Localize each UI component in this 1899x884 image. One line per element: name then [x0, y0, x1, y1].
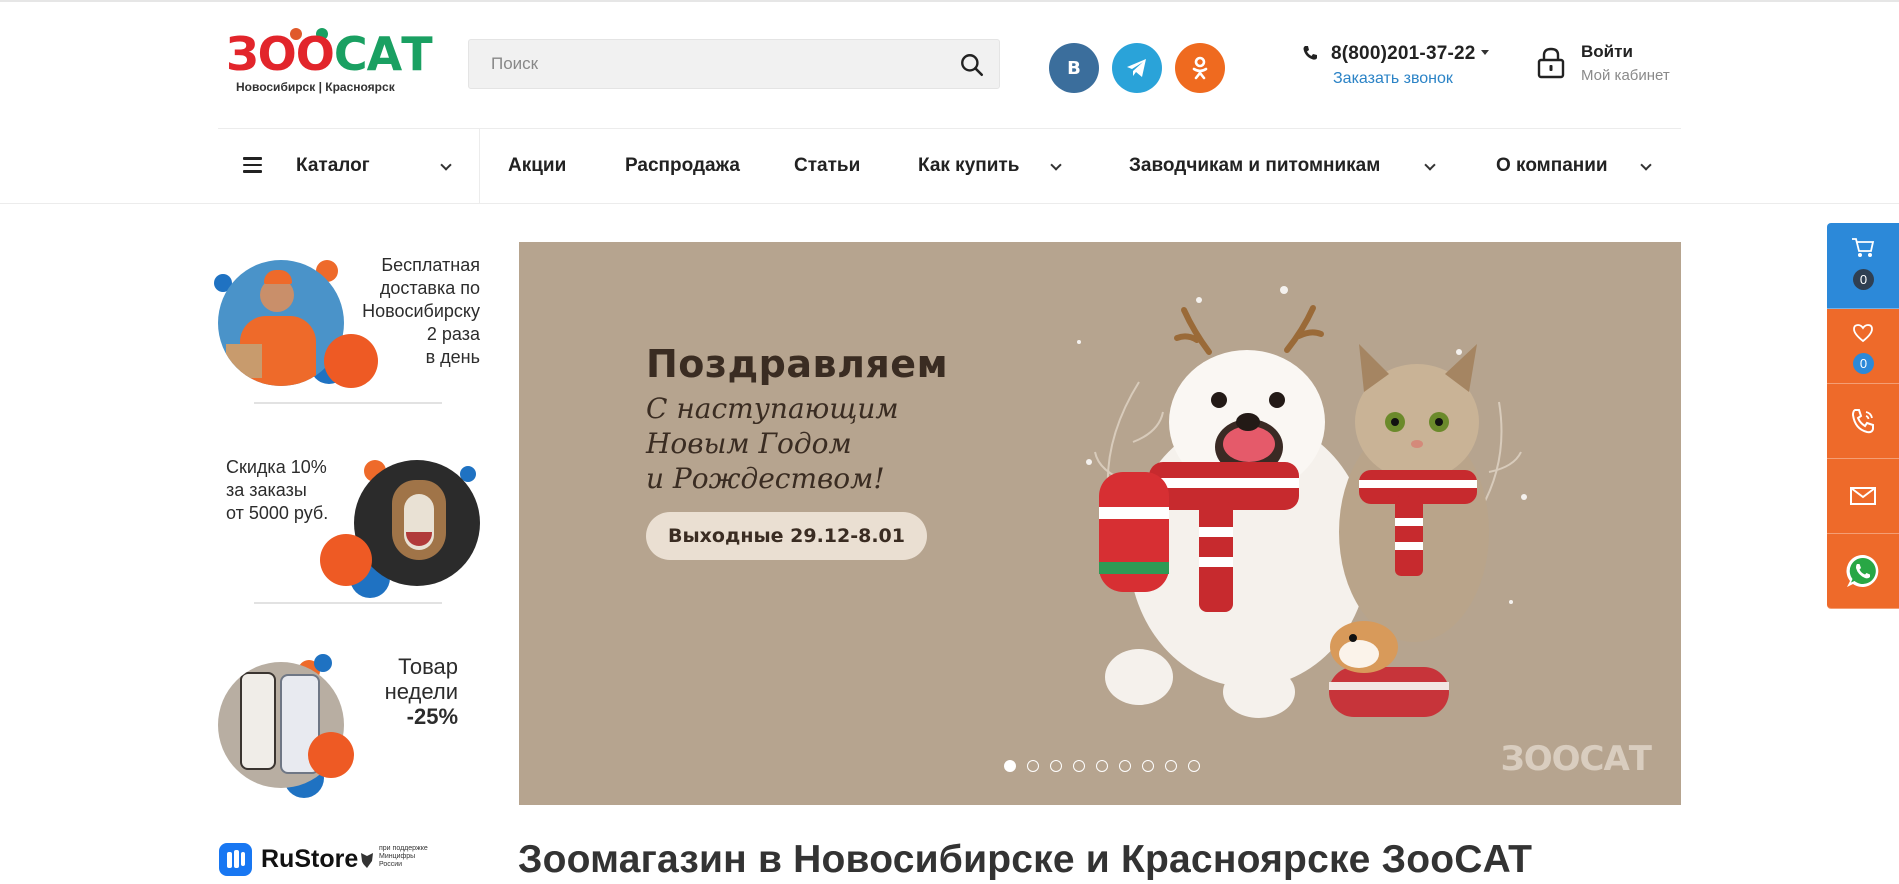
slider-dot[interactable] [1073, 760, 1085, 772]
banner-title: Поздравляем [646, 342, 949, 386]
slider-dot[interactable] [1188, 760, 1200, 772]
nav-item-articles[interactable]: Статьи [794, 155, 860, 177]
slider-dots [1004, 760, 1200, 772]
telegram-icon [1127, 59, 1146, 77]
search-icon[interactable] [959, 52, 985, 78]
decor-dot [314, 654, 332, 672]
logo-subtitle: Новосибирск | Красноярск [236, 80, 395, 94]
phone-number[interactable]: 8(800)201-37-22 [1331, 43, 1476, 65]
lock-icon [1537, 47, 1565, 79]
promo-free-delivery[interactable]: Бесплатная доставка по Новосибирску 2 ра… [214, 254, 480, 406]
dog-image [354, 460, 480, 586]
phone-icon [1851, 409, 1874, 434]
banner-holiday-pill: Выходные 29.12-8.01 [646, 512, 927, 560]
banner-watermark: ЗООСАТ [1500, 739, 1652, 779]
slider-dot[interactable] [1096, 760, 1108, 772]
promo-product-of-week[interactable]: Товар недели -25% [218, 654, 480, 804]
telegram-link[interactable] [1112, 43, 1162, 93]
nav-item-how-to-buy[interactable]: Как купить [918, 155, 1019, 177]
chevron-down-icon[interactable] [1050, 159, 1062, 171]
promo-divider [254, 602, 442, 604]
nav-item-promotions[interactable]: Акции [508, 155, 566, 177]
promo-text: Товар недели -25% [384, 654, 458, 729]
nav-item-breeders[interactable]: Заводчикам и питомникам [1129, 155, 1380, 177]
rustore-name: RuStore [261, 845, 359, 873]
banner-script-line: и Рождеством! [646, 462, 885, 495]
chevron-down-icon[interactable] [1640, 159, 1652, 171]
main-nav: Каталог Акции Распродажа Статьи Как купи… [218, 128, 1681, 204]
logo-wordmark: ЗООСАТ [226, 27, 433, 81]
slider-dot[interactable] [1004, 760, 1016, 772]
catalog-button[interactable]: Каталог [218, 129, 480, 204]
search-input[interactable] [469, 40, 929, 88]
slider-dot[interactable] [1027, 760, 1039, 772]
catalog-label: Каталог [296, 155, 370, 176]
slider-dot[interactable] [1142, 760, 1154, 772]
vk-link[interactable]: В [1049, 43, 1099, 93]
cart-icon [1852, 238, 1875, 257]
favorites-count: 0 [1853, 353, 1874, 374]
odnoklassniki-link[interactable] [1175, 43, 1225, 93]
slider-dot[interactable] [1119, 760, 1131, 772]
mail-icon [1850, 487, 1876, 505]
search-box [468, 39, 1000, 89]
banner-script-line: С наступающим [646, 392, 899, 425]
rustore-badge[interactable]: RuStore при поддержке Минцифры России [219, 843, 429, 877]
phone-dropdown-caret[interactable] [1481, 50, 1489, 55]
call-button[interactable] [1827, 384, 1899, 459]
login-link[interactable]: Войти [1581, 42, 1633, 62]
page-title: Зоомагазин в Новосибирске и Красноярске … [518, 838, 1533, 881]
cabinet-link[interactable]: Мой кабинет [1581, 67, 1670, 84]
decor-dot [308, 732, 354, 778]
whatsapp-icon [1846, 554, 1879, 587]
promo-discount[interactable]: Скидка 10% за заказы от 5000 руб. [218, 454, 480, 606]
chevron-down-icon [440, 159, 452, 171]
promo-text: Скидка 10% за заказы от 5000 руб. [226, 457, 329, 523]
nav-item-about[interactable]: О компании [1496, 155, 1608, 177]
cart-count: 0 [1853, 269, 1874, 290]
whatsapp-button[interactable] [1827, 534, 1899, 609]
favorites-button[interactable]: 0 [1827, 309, 1899, 384]
nav-item-sale[interactable]: Распродажа [625, 155, 740, 177]
coat-of-arms-icon [361, 853, 373, 868]
slider-dot[interactable] [1050, 760, 1062, 772]
email-button[interactable] [1827, 459, 1899, 534]
logo[interactable]: ЗООСАТ Новосибирск | Красноярск [226, 26, 433, 96]
rustore-icon [219, 843, 252, 876]
phone-icon [1303, 46, 1317, 60]
decor-dot [320, 534, 372, 586]
banner-script-line: Новым Годом [646, 427, 852, 460]
rustore-note: при поддержке Минцифры России [379, 845, 428, 868]
chevron-down-icon[interactable] [1424, 159, 1436, 171]
hero-banner[interactable]: Поздравляем С наступающим Новым Годом и … [519, 242, 1681, 805]
heart-icon [1853, 324, 1873, 343]
menu-icon [243, 157, 262, 173]
site-header: ЗООСАТ Новосибирск | Красноярск В 8(800)… [0, 0, 1899, 128]
sticky-sidebar: 0 0 [1827, 223, 1899, 609]
slider-dot[interactable] [1165, 760, 1177, 772]
callback-link[interactable]: Заказать звонок [1333, 70, 1453, 88]
odnoklassniki-icon [1192, 56, 1208, 80]
banner-pets-illustration [1077, 286, 1527, 718]
cart-button[interactable]: 0 [1827, 223, 1899, 309]
nav-divider [0, 203, 1899, 204]
promo-text: Бесплатная доставка по Новосибирску 2 ра… [362, 255, 480, 367]
vk-icon: В [1067, 57, 1081, 79]
promo-divider [254, 402, 442, 404]
